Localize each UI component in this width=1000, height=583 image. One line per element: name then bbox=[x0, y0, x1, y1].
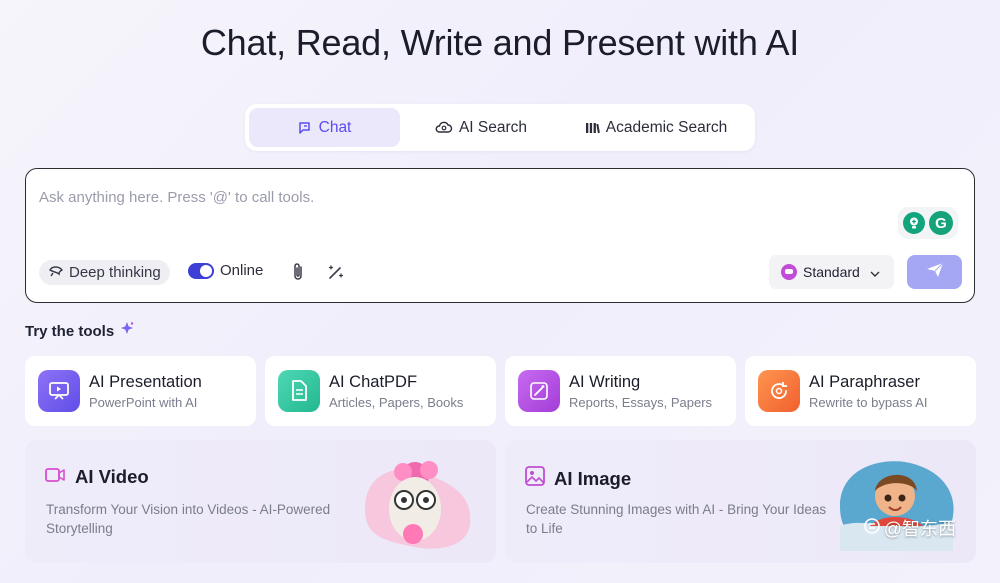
tab-label: AI Search bbox=[458, 118, 528, 136]
tool-subtitle: Articles, Papers, Books bbox=[329, 394, 464, 410]
chat-icon bbox=[298, 121, 313, 135]
tab-label: Academic Search bbox=[605, 118, 728, 136]
video-icon bbox=[45, 466, 66, 488]
mode-tabs: Chat AI Search Academic Search bbox=[245, 104, 755, 151]
deep-thinking-label: Deep thinking bbox=[69, 264, 161, 281]
pen-sparkle-icon bbox=[518, 370, 560, 412]
feature-card-ai-video[interactable]: AI Video Transform Your Vision into Vide… bbox=[25, 440, 496, 563]
online-toggle[interactable]: Online bbox=[188, 262, 263, 279]
image-icon bbox=[525, 466, 545, 491]
tool-name: AI Writing bbox=[569, 372, 641, 391]
model-icon bbox=[781, 264, 797, 280]
tool-card-ai-writing[interactable]: AI Writing Reports, Essays, Papers bbox=[505, 356, 736, 426]
watermark-text: @智东西 bbox=[883, 519, 956, 539]
tool-subtitle: Reports, Essays, Papers bbox=[569, 394, 713, 410]
feature-title: AI Image bbox=[525, 466, 631, 491]
send-button[interactable] bbox=[907, 255, 962, 289]
grammarly-logo-icon: G bbox=[929, 211, 953, 235]
chevron-down-icon bbox=[870, 264, 880, 280]
tab-label: Chat bbox=[318, 118, 352, 136]
brain-icon bbox=[48, 264, 64, 282]
section-label: Try the tools bbox=[25, 322, 115, 340]
sparkle-icon bbox=[120, 322, 134, 340]
toggle-switch[interactable] bbox=[188, 262, 214, 279]
cloud-search-icon bbox=[435, 121, 453, 135]
deep-thinking-button[interactable]: Deep thinking bbox=[39, 260, 170, 285]
chat-composer[interactable]: Ask anything here. Press '@' to call too… bbox=[25, 168, 975, 303]
feature-card-ai-image[interactable]: AI Image Create Stunning Images with AI … bbox=[505, 440, 976, 563]
grammar-assistant-badge[interactable]: G bbox=[898, 207, 958, 239]
tool-card-ai-paraphraser[interactable]: AI Paraphraser Rewrite to bypass AI bbox=[745, 356, 976, 426]
feature-title-text: AI Video bbox=[75, 466, 149, 487]
model-select-value: Standard bbox=[803, 264, 860, 280]
tool-card-ai-chatpdf[interactable]: AI ChatPDF Articles, Papers, Books bbox=[265, 356, 496, 426]
tool-subtitle: PowerPoint with AI bbox=[89, 394, 198, 410]
library-icon bbox=[585, 121, 600, 135]
tab-chat[interactable]: Chat bbox=[249, 108, 400, 147]
online-label: Online bbox=[220, 262, 264, 279]
watermark-logo-icon bbox=[863, 517, 880, 539]
document-icon bbox=[278, 370, 320, 412]
tool-name: AI ChatPDF bbox=[329, 372, 418, 391]
feature-description: Create Stunning Images with AI - Bring Y… bbox=[526, 502, 827, 536]
feature-title-text: AI Image bbox=[554, 467, 632, 489]
tool-card-ai-presentation[interactable]: AI Presentation PowerPoint with AI bbox=[25, 356, 256, 426]
tab-academic-search[interactable]: Academic Search bbox=[562, 108, 750, 147]
tool-name: AI Paraphraser bbox=[809, 372, 920, 391]
bulb-icon bbox=[903, 212, 925, 234]
prompt-input[interactable]: Ask anything here. Press '@' to call too… bbox=[39, 189, 314, 206]
page-title: Chat, Read, Write and Present with AI bbox=[200, 22, 800, 63]
feature-title: AI Video bbox=[45, 466, 149, 488]
send-icon bbox=[926, 262, 944, 283]
llama-illustration bbox=[365, 461, 471, 549]
tab-ai-search[interactable]: AI Search bbox=[406, 108, 556, 147]
tools-section-title: Try the tools bbox=[25, 322, 134, 340]
watermark: @智东西 bbox=[863, 515, 956, 541]
tool-name: AI Presentation bbox=[89, 372, 202, 391]
feature-description: Transform Your Vision into Videos - AI-P… bbox=[46, 502, 331, 536]
model-select[interactable]: Standard bbox=[769, 255, 894, 289]
tool-subtitle: Rewrite to bypass AI bbox=[809, 394, 928, 410]
attach-icon[interactable] bbox=[288, 262, 308, 282]
rewrite-icon bbox=[758, 370, 800, 412]
presentation-icon bbox=[38, 370, 80, 412]
magic-wand-icon[interactable] bbox=[326, 262, 346, 282]
